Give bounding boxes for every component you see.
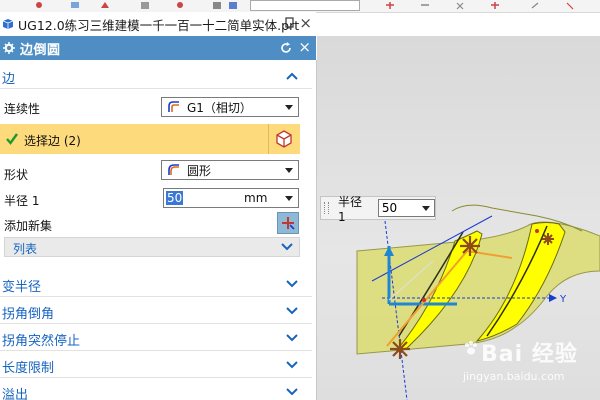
tangent-continuity-icon	[168, 101, 179, 112]
paw-logo-icon	[465, 341, 477, 355]
dropdown-arrow-icon[interactable]	[285, 196, 293, 201]
toolbar-icon[interactable]	[420, 1, 430, 10]
chevron-down-icon[interactable]	[286, 386, 298, 398]
radius-label: 半径 1	[4, 194, 40, 208]
chevron-down-icon[interactable]	[286, 305, 298, 317]
section-overflow-title: 溢出	[2, 387, 29, 400]
dialog-panel: 边 连续性 G1（相切） 选择边 (2) 形状 圆形 半径 1 50 mm 添加…	[0, 60, 317, 400]
section-corner-stop[interactable]: 拐角突然停止	[0, 328, 312, 351]
chevron-up-icon[interactable]	[286, 70, 298, 82]
circular-shape-icon	[168, 164, 179, 175]
section-corner-setback-title: 拐角倒角	[2, 306, 55, 322]
file-tab-bar: UG12.0练习三维建模一千一百一十二简单实体.prt ×	[0, 12, 316, 37]
select-edge-cube-button[interactable]	[268, 124, 298, 154]
file-tab-title: UG12.0练习三维建模一千一百一十二简单实体.prt	[18, 17, 300, 33]
radius-unit: mm	[244, 191, 268, 205]
chevron-down-icon[interactable]	[286, 359, 298, 371]
file-tab[interactable]: UG12.0练习三维建模一千一百一十二简单实体.prt ×	[0, 12, 316, 36]
asterisk-handle-icon[interactable]	[390, 339, 410, 359]
watermark-brand: Bai 经验	[481, 342, 578, 367]
section-length-limit-title: 长度限制	[2, 360, 55, 376]
tab-close-icon[interactable]: ×	[299, 15, 312, 31]
toolbar-icon[interactable]	[490, 1, 500, 10]
section-edge-title: 边	[2, 71, 16, 87]
chevron-down-icon	[281, 243, 293, 251]
dropdown-arrow-icon	[285, 105, 293, 110]
add-new-set-label: 添加新集	[4, 219, 53, 233]
shape-dropdown[interactable]: 圆形	[161, 160, 299, 180]
toolbar-icon[interactable]	[100, 1, 110, 10]
list-label: 列表	[13, 242, 38, 256]
toolbar-icon[interactable]	[175, 1, 185, 10]
y-axis-arrow-icon	[549, 294, 557, 302]
toolbar-icon[interactable]	[212, 1, 222, 10]
gear-icon[interactable]	[3, 42, 15, 54]
reset-icon[interactable]	[279, 41, 293, 55]
toolbar-filter-combo[interactable]	[250, 0, 360, 11]
continuity-dropdown[interactable]: G1（相切）	[161, 97, 299, 117]
toolbar-icon[interactable]	[385, 1, 395, 10]
radius-onscreen-input[interactable]: 半径 1 50	[320, 195, 436, 224]
toolbar-icon[interactable]	[228, 1, 238, 10]
list-toggle[interactable]: 列表	[4, 237, 300, 257]
section-corner-setback[interactable]: 拐角倒角	[0, 301, 312, 324]
dialog-title-bar: 边倒圆 ×	[0, 36, 316, 60]
section-edge-header[interactable]: 边	[0, 66, 312, 89]
point-marker	[422, 298, 426, 302]
radius-popup-label: 半径 1	[337, 194, 362, 224]
shape-value: 圆形	[187, 163, 212, 178]
toolbar-icon[interactable]	[530, 1, 540, 10]
chevron-down-icon[interactable]	[286, 278, 298, 290]
section-overflow[interactable]: 溢出	[0, 382, 312, 400]
radius-popup-value: 50	[381, 201, 398, 215]
dropdown-arrow-icon[interactable]	[422, 206, 430, 211]
pin-icon[interactable]	[284, 17, 296, 29]
continuity-label: 连续性	[4, 102, 41, 116]
select-edge-row[interactable]: 选择边 (2)	[0, 124, 300, 154]
radius-value: 50	[166, 191, 184, 205]
watermark-url: jingyan.baidu.com	[463, 370, 565, 383]
dropdown-arrow-icon	[285, 168, 293, 173]
radius-popup-field[interactable]: 50	[377, 199, 435, 217]
toolbar-icon[interactable]	[34, 1, 44, 10]
toolbar-icon[interactable]	[455, 1, 465, 10]
select-edge-label: 选择边 (2)	[24, 134, 81, 148]
drag-grip-icon[interactable]	[324, 202, 329, 214]
toolbar-icon[interactable]	[140, 1, 150, 10]
asterisk-handle-icon[interactable]	[460, 236, 480, 256]
section-length-limit[interactable]: 长度限制	[0, 355, 312, 378]
part-file-icon	[2, 19, 14, 29]
section-variable-radius[interactable]: 变半径	[0, 274, 312, 297]
checkmark-icon	[6, 133, 18, 145]
radius-input[interactable]: 50 mm	[163, 188, 299, 208]
chevron-down-icon[interactable]	[286, 332, 298, 344]
add-new-set-button[interactable]	[277, 212, 299, 234]
point-marker	[535, 229, 539, 233]
toolbar-icon[interactable]	[70, 1, 80, 10]
add-set-icon	[282, 217, 295, 230]
toolbar-icon[interactable]	[565, 1, 575, 10]
dialog-close-icon[interactable]: ×	[298, 39, 311, 55]
continuity-value: G1（相切）	[187, 100, 252, 115]
section-variable-radius-title: 变半径	[2, 279, 42, 295]
shape-label: 形状	[4, 168, 29, 182]
dialog-title: 边倒圆	[20, 42, 61, 58]
y-axis-label: Y	[559, 294, 567, 305]
section-corner-stop-title: 拐角突然停止	[2, 333, 81, 349]
watermark: Bai 经验 jingyan.baidu.com	[463, 334, 600, 400]
cube-icon	[276, 130, 292, 148]
